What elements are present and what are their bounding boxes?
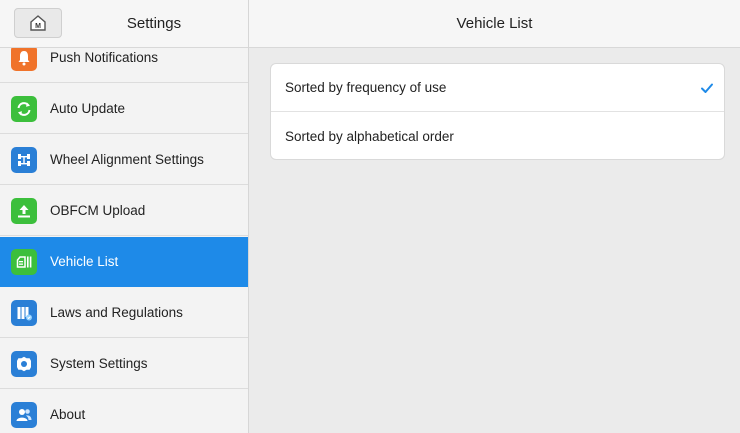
sidebar-item-auto-update[interactable]: Auto Update	[0, 84, 248, 134]
wheel-alignment-icon	[11, 146, 37, 173]
upload-icon	[11, 197, 37, 224]
sidebar: M Settings Push Notifications Auto Updat…	[0, 0, 249, 433]
settings-menu: Push Notifications Auto Update Wheel Ali…	[0, 48, 248, 433]
sidebar-item-label: System Settings	[50, 356, 148, 371]
option-sort-alphabetical[interactable]: Sorted by alphabetical order	[271, 112, 724, 159]
sidebar-item-laws-and-regulations[interactable]: Laws and Regulations	[0, 288, 248, 338]
sidebar-item-label: OBFCM Upload	[50, 203, 146, 218]
option-sort-by-frequency[interactable]: Sorted by frequency of use	[271, 64, 724, 112]
sidebar-item-system-settings[interactable]: System Settings	[0, 339, 248, 389]
sidebar-item-wheel-alignment-settings[interactable]: Wheel Alignment Settings	[0, 135, 248, 185]
bell-icon	[11, 48, 37, 71]
sidebar-item-label: Auto Update	[50, 101, 126, 116]
sidebar-header: M Settings	[0, 0, 248, 48]
sidebar-title: Settings	[126, 15, 182, 32]
sidebar-item-label: About	[50, 407, 86, 422]
home-m-icon: M	[30, 15, 46, 31]
svg-text:M: M	[35, 23, 41, 30]
sidebar-item-push-notifications[interactable]: Push Notifications	[0, 48, 248, 83]
sidebar-item-label: Laws and Regulations	[50, 305, 183, 320]
main-panel: Vehicle List Sorted by frequency of use …	[249, 0, 740, 433]
sidebar-item-label: Wheel Alignment Settings	[50, 152, 204, 167]
people-icon	[11, 401, 37, 428]
sidebar-item-vehicle-list[interactable]: Vehicle List	[0, 237, 248, 287]
option-label: Sorted by alphabetical order	[285, 128, 454, 144]
settings-screen: M Settings Push Notifications Auto Updat…	[0, 0, 740, 433]
sidebar-item-obfcm-upload[interactable]: OBFCM Upload	[0, 186, 248, 236]
sort-options-card: Sorted by frequency of use Sorted by alp…	[270, 63, 725, 160]
sidebar-item-label: Push Notifications	[50, 50, 159, 65]
books-icon	[11, 299, 37, 326]
option-label: Sorted by frequency of use	[285, 80, 447, 95]
sidebar-item-label: Vehicle List	[50, 254, 119, 269]
home-button[interactable]: M	[14, 8, 62, 38]
page-title: Vehicle List	[249, 0, 740, 48]
vehicle-list-icon	[11, 248, 37, 275]
refresh-icon	[11, 95, 37, 122]
gear-icon	[11, 350, 37, 377]
sidebar-item-about[interactable]: About	[0, 390, 248, 433]
checkmark-icon	[701, 83, 713, 93]
